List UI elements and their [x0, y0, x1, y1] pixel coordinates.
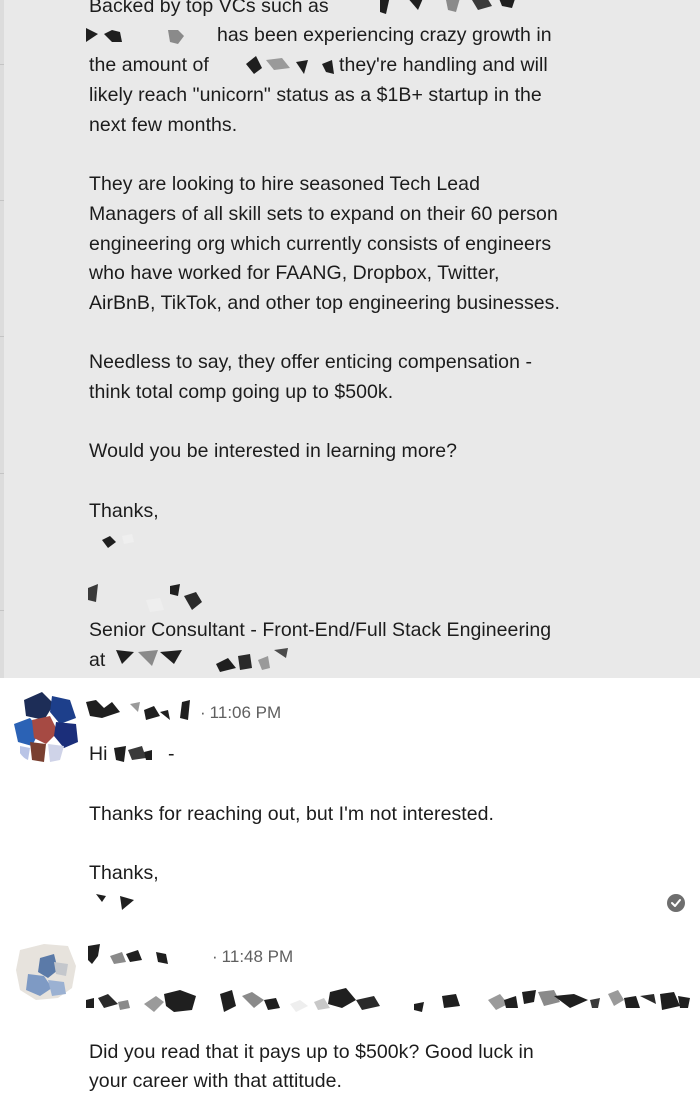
message-line: engineering org which currently consists…: [89, 233, 552, 255]
check-circle-icon: [667, 894, 685, 912]
message-line: has been experiencing crazy growth in: [217, 24, 552, 46]
timestamp-text: 11:48 PM: [221, 947, 294, 966]
sender-company-line: at: [89, 649, 106, 671]
redacted-company-names: [346, 0, 536, 18]
reply-body: Thanks for reaching out, but I'm not int…: [89, 803, 495, 825]
redacted-recipient-name: [112, 744, 156, 764]
message-timestamp: · 11:48 PM: [212, 947, 294, 966]
message-line: the amount of: [89, 54, 209, 76]
reply-signoff: Thanks,: [89, 862, 159, 884]
timestamp-text: 11:06 PM: [209, 703, 282, 722]
avatar[interactable]: [14, 940, 80, 1008]
sender-name[interactable]: [86, 698, 198, 722]
message-line: next few months.: [89, 114, 238, 136]
message-line: who have worked for FAANG, Dropbox, Twit…: [89, 262, 500, 284]
redacted-sender-full-name: [84, 582, 214, 616]
reply-greeting: Hi: [89, 743, 108, 765]
message-line: Needless to say, they offer enticing com…: [89, 351, 532, 373]
sender-title: Senior Consultant - Front-End/Full Stack…: [89, 619, 552, 641]
redacted-product: [246, 54, 338, 78]
message-line: think total comp going up to $500k.: [89, 381, 394, 403]
sender-name[interactable]: [86, 942, 176, 968]
message-line: your career with that attitude.: [89, 1070, 343, 1092]
message-timestamp: · 11:06 PM: [200, 703, 282, 722]
message-line: Managers of all skill sets to expand on …: [89, 203, 558, 225]
reply-greeting-dash: -: [168, 743, 175, 765]
message-line: likely reach "unicorn" status as a $1B+ …: [89, 84, 542, 106]
redacted-message-line: [84, 986, 694, 1020]
message-line: Would you be interested in learning more…: [89, 440, 458, 462]
message-thread: Backed by top VCs such as has been exper…: [0, 0, 700, 1105]
redacted-sender-first-name: [100, 532, 140, 552]
message-signoff: Thanks,: [89, 500, 159, 522]
redacted-reply-signature: [94, 892, 138, 912]
avatar[interactable]: [14, 690, 80, 764]
message-line: AirBnB, TikTok, and other top engineerin…: [89, 292, 560, 314]
redacted-company-name: [86, 26, 196, 48]
message-line: They are looking to hire seasoned Tech L…: [89, 173, 480, 195]
message-line: Did you read that it pays up to $500k? G…: [89, 1041, 534, 1063]
message-line: they're handling and will: [339, 54, 548, 76]
message-line: Backed by top VCs such as: [89, 0, 329, 17]
redacted-sender-company: [112, 646, 294, 674]
